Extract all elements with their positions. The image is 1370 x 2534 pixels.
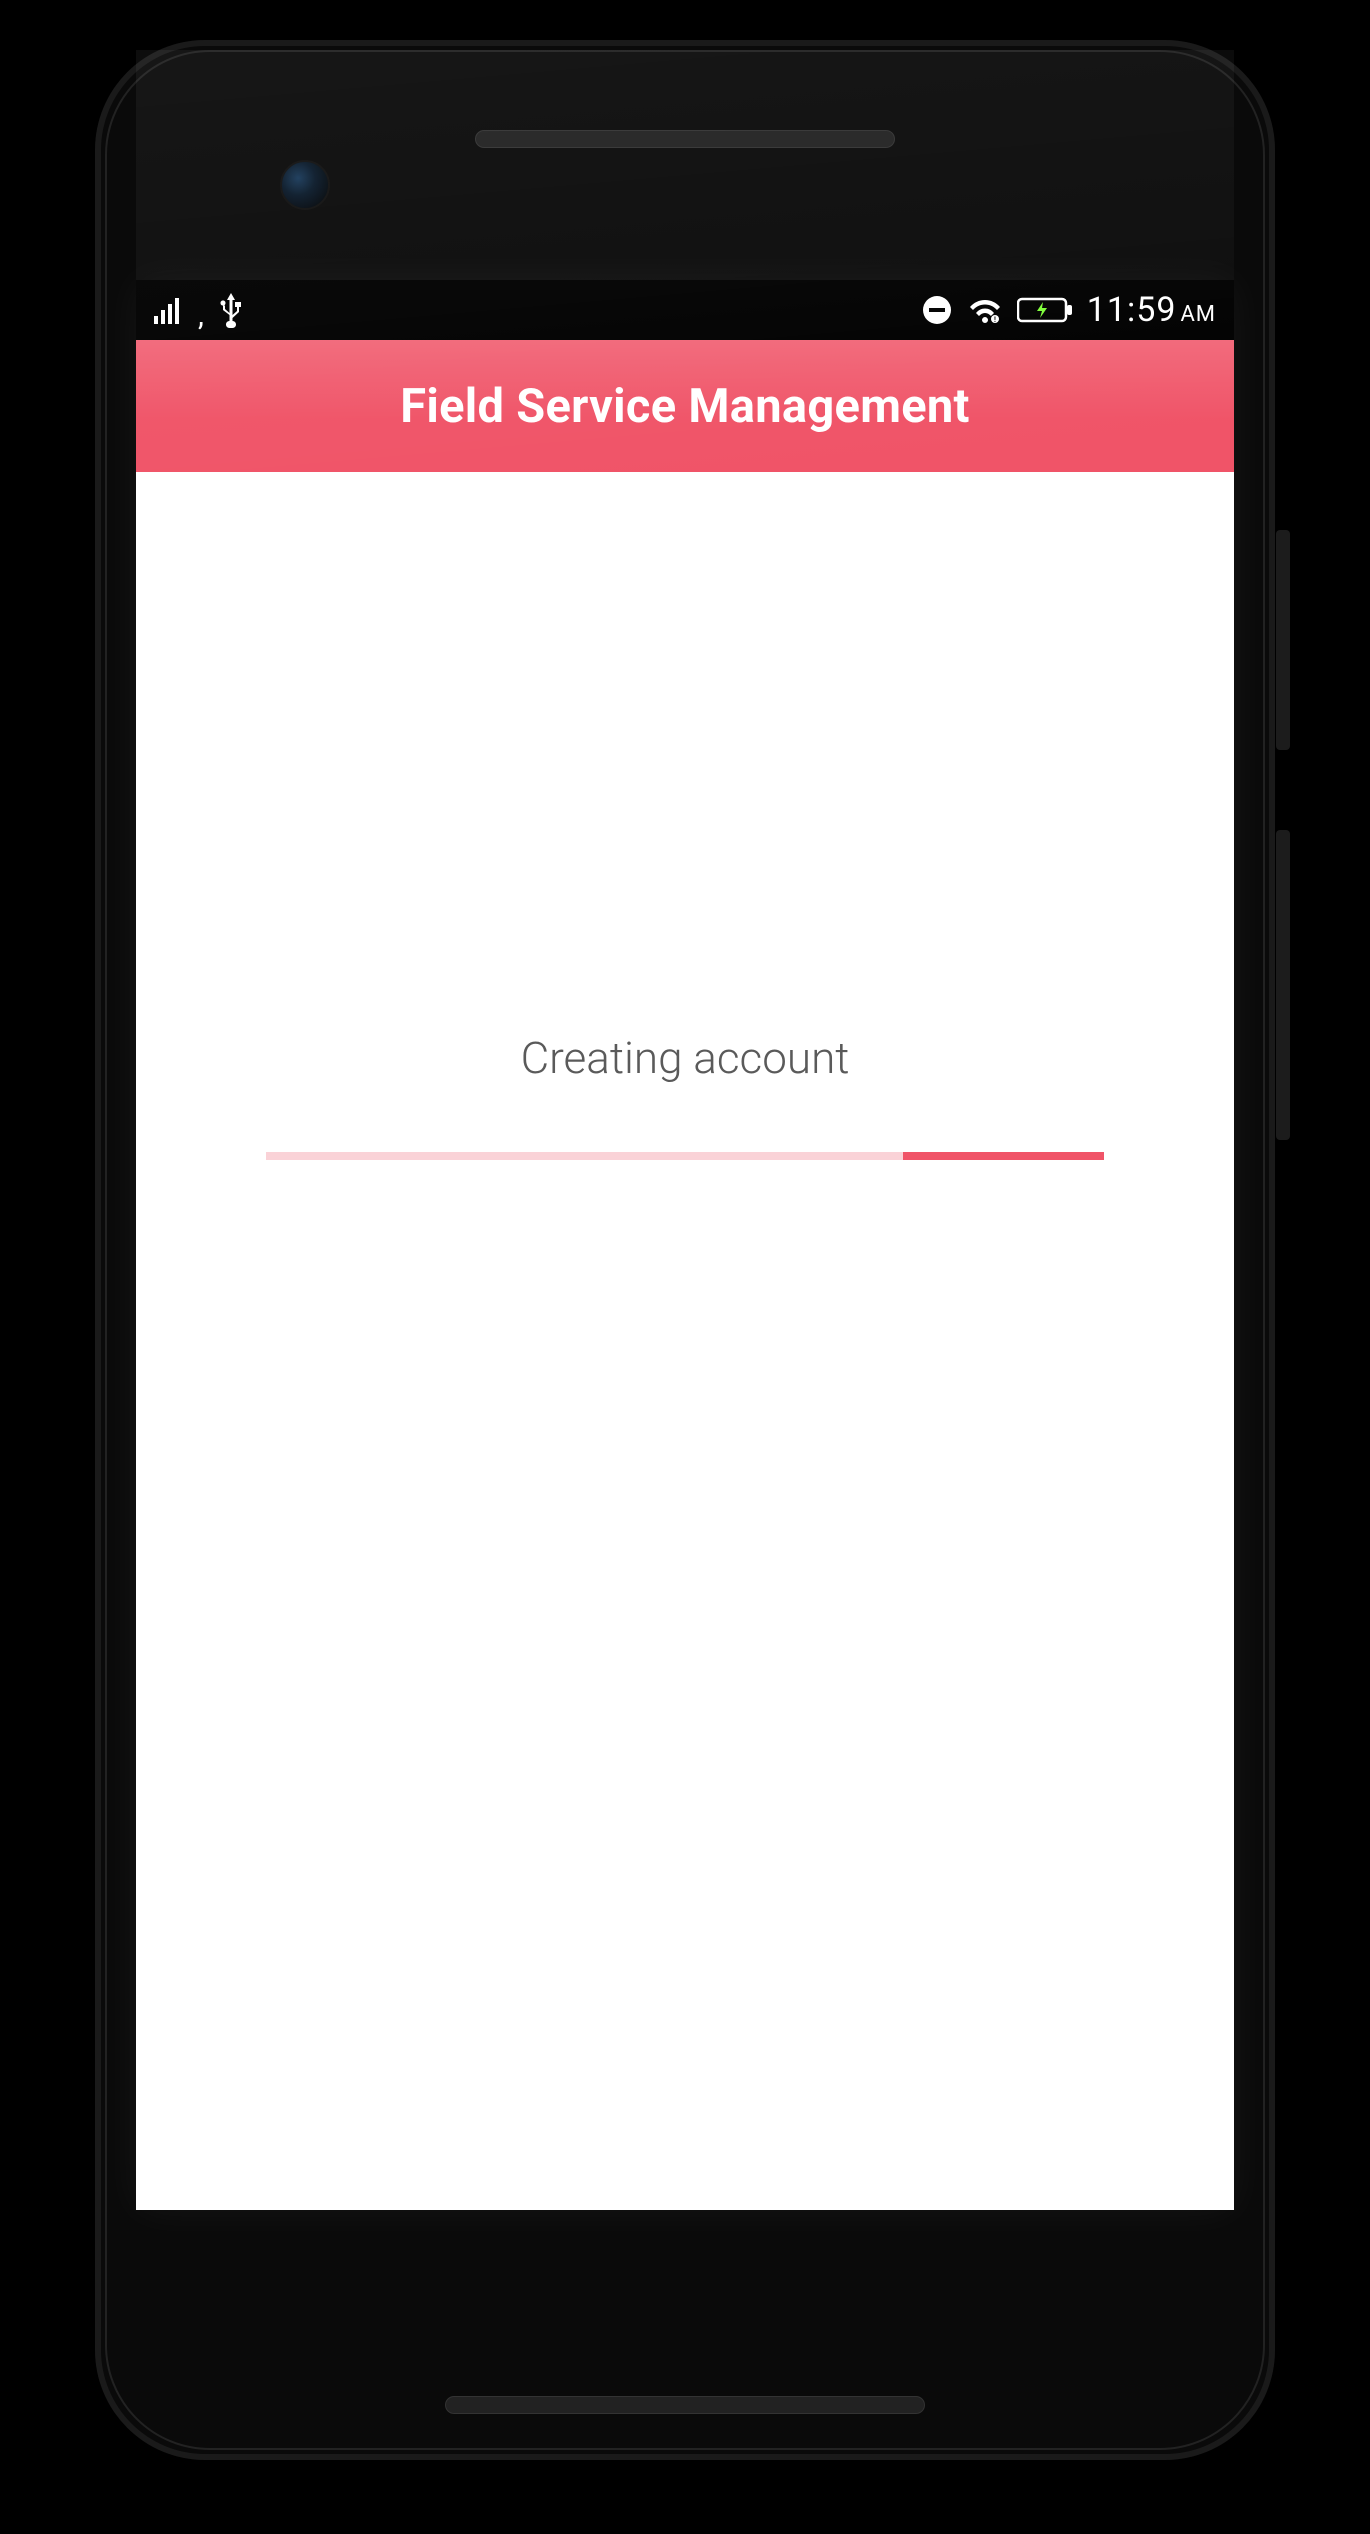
status-time-value: 11:59 <box>1087 290 1177 330</box>
status-bar-left: , <box>154 291 244 329</box>
progress-indicator <box>903 1152 1104 1160</box>
signal-icon <box>154 296 184 324</box>
device-screen: , ! <box>136 280 1234 2210</box>
wifi-icon: ! <box>967 295 1003 325</box>
battery-charging-icon <box>1017 296 1073 324</box>
svg-text:!: ! <box>994 316 996 324</box>
status-bar-right: ! 11:59AM <box>921 290 1216 330</box>
phone-speaker <box>445 2396 925 2414</box>
app-bar: Field Service Management <box>136 340 1234 472</box>
phone-side-button <box>1276 530 1290 750</box>
phone-side-button <box>1276 830 1290 1140</box>
phone-earpiece <box>475 130 895 148</box>
status-bar: , ! <box>136 280 1234 340</box>
phone-camera <box>280 160 330 210</box>
loading-message: Creating account <box>521 1032 850 1084</box>
app-title: Field Service Management <box>400 379 970 434</box>
usb-icon <box>218 291 244 329</box>
status-clock: 11:59AM <box>1087 290 1216 330</box>
content-area: Creating account <box>136 472 1234 2210</box>
status-time-ampm: AM <box>1180 302 1216 327</box>
progress-bar <box>266 1152 1104 1160</box>
do-not-disturb-icon <box>921 294 953 326</box>
